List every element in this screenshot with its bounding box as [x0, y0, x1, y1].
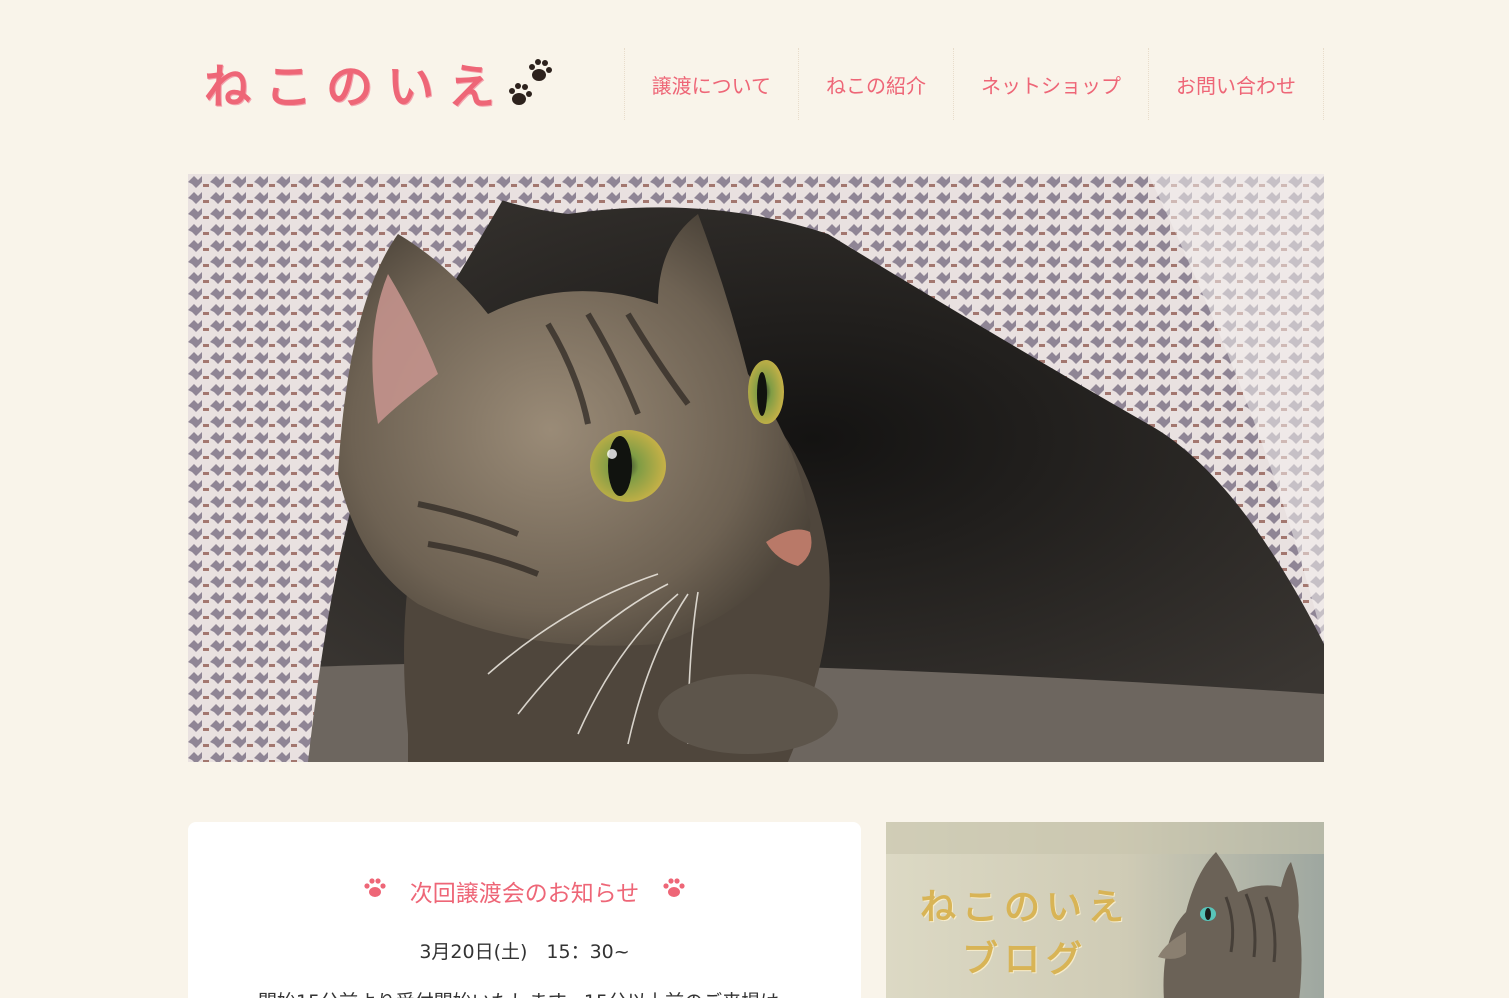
paw-icon	[362, 876, 388, 906]
paw-icon	[661, 876, 687, 906]
nav-item-shop[interactable]: ネットショップ	[954, 48, 1149, 120]
blog-banner[interactable]: ねこのいえ ブログ	[886, 822, 1324, 998]
hero-image	[188, 174, 1324, 762]
nav-item-contact[interactable]: お問い合わせ	[1149, 48, 1324, 120]
paw-prints-icon	[503, 53, 563, 113]
nav-item-adoption[interactable]: 譲渡について	[625, 48, 799, 120]
blog-banner-line2: ブログ	[961, 939, 1088, 980]
event-description: 開始15分前より受付開始いたします。15分以上前のご来場は	[258, 987, 818, 998]
blog-banner-line1: ねこのいえ	[919, 887, 1130, 928]
event-notice-title: 次回譲渡会のお知らせ	[409, 881, 640, 907]
event-date: 3月20日(土) 15：30~	[419, 941, 630, 963]
event-notice-title-row: 次回譲渡会のお知らせ	[188, 874, 861, 908]
main-nav: 譲渡について ねこの紹介 ネットショップ お問い合わせ	[623, 48, 1324, 120]
logo-text: ねこのいえ	[204, 60, 509, 115]
page: ねこのいえ 譲渡について ねこの紹介 ネットショップ お問い合わせ 次回譲渡会の…	[0, 0, 1509, 998]
event-notice-card: 次回譲渡会のお知らせ 3月20日(土) 15：30~ 開始15分前より受付開始い…	[188, 822, 861, 998]
site-header: ねこのいえ 譲渡について ねこの紹介 ネットショップ お問い合わせ	[188, 40, 1324, 130]
nav-item-cats[interactable]: ねこの紹介	[799, 48, 954, 120]
blog-banner-title: ねこのいえ ブログ	[910, 882, 1140, 986]
site-logo[interactable]: ねこのいえ	[204, 48, 563, 117]
